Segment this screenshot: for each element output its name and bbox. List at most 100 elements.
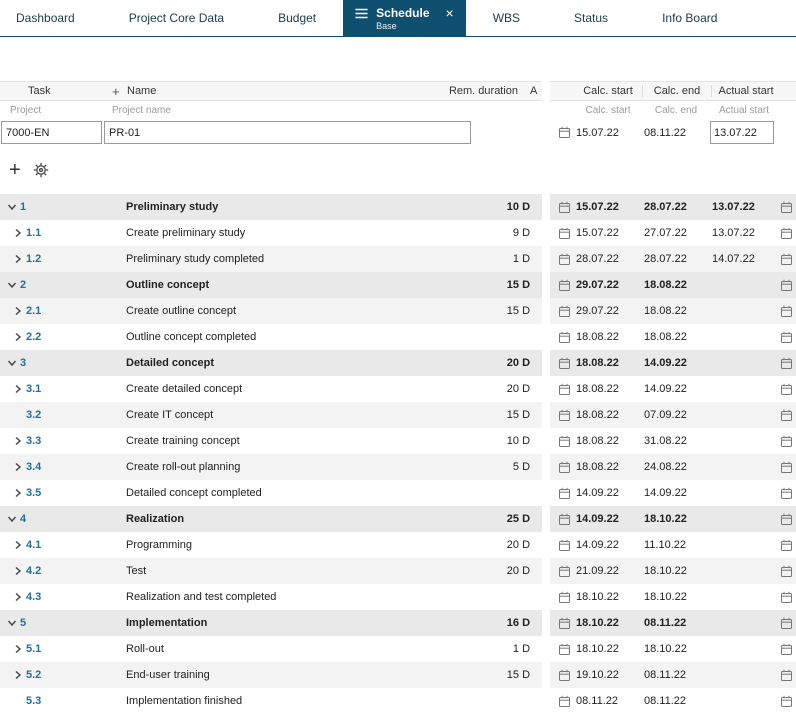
calendar-icon[interactable] bbox=[554, 279, 574, 292]
column-header-rem-duration[interactable]: Rem. duration bbox=[428, 85, 530, 97]
calendar-icon[interactable] bbox=[776, 435, 796, 448]
calendar-icon[interactable] bbox=[776, 695, 796, 708]
task-row[interactable]: 5 Implementation 16 D bbox=[0, 610, 543, 636]
tab-schedule[interactable]: Schedule × Base bbox=[343, 0, 466, 36]
calendar-icon[interactable] bbox=[554, 513, 574, 526]
add-task-button[interactable]: + bbox=[9, 160, 21, 180]
tab-budget[interactable]: Budget bbox=[251, 0, 343, 36]
project-id-input[interactable] bbox=[1, 121, 102, 144]
chevron-right-icon[interactable] bbox=[10, 592, 26, 602]
calendar-icon[interactable] bbox=[554, 461, 574, 474]
calendar-icon[interactable] bbox=[554, 253, 574, 266]
calendar-icon[interactable] bbox=[554, 617, 574, 630]
calendar-icon[interactable] bbox=[776, 305, 796, 318]
date-row[interactable]: 18.08.22 24.08.22 bbox=[550, 454, 796, 480]
date-row[interactable]: 15.07.22 28.07.22 13.07.22 bbox=[550, 194, 796, 220]
chevron-down-icon[interactable] bbox=[4, 280, 20, 290]
calendar-icon[interactable] bbox=[776, 409, 796, 422]
date-row[interactable]: 15.07.22 27.07.22 13.07.22 bbox=[550, 220, 796, 246]
chevron-right-icon[interactable] bbox=[10, 462, 26, 472]
calendar-icon[interactable] bbox=[776, 227, 796, 240]
calendar-icon[interactable] bbox=[554, 201, 574, 214]
calendar-icon[interactable] bbox=[554, 565, 574, 578]
task-row[interactable]: 1 Preliminary study 10 D bbox=[0, 194, 543, 220]
date-row[interactable]: 19.10.22 08.11.22 bbox=[550, 662, 796, 688]
column-header-a[interactable]: A bbox=[530, 85, 542, 97]
date-row[interactable]: 18.08.22 14.09.22 bbox=[550, 376, 796, 402]
chevron-right-icon[interactable] bbox=[10, 644, 26, 654]
task-row[interactable]: 4.1 Programming 20 D bbox=[0, 532, 543, 558]
date-row[interactable]: 21.09.22 18.10.22 bbox=[550, 558, 796, 584]
date-row[interactable]: 18.08.22 18.08.22 bbox=[550, 324, 796, 350]
calendar-icon[interactable] bbox=[554, 591, 574, 604]
chevron-right-icon[interactable] bbox=[10, 228, 26, 238]
chevron-right-icon[interactable] bbox=[10, 436, 26, 446]
close-tab-icon[interactable]: × bbox=[446, 6, 454, 20]
calendar-icon[interactable] bbox=[554, 409, 574, 422]
task-row[interactable]: 1.1 Create preliminary study 9 D bbox=[0, 220, 543, 246]
chevron-right-icon[interactable] bbox=[10, 332, 26, 342]
calendar-icon[interactable] bbox=[776, 331, 796, 344]
calendar-icon[interactable] bbox=[776, 201, 796, 214]
date-row[interactable]: 14.09.22 18.10.22 bbox=[550, 506, 796, 532]
date-row[interactable]: 18.10.22 08.11.22 bbox=[550, 610, 796, 636]
task-row[interactable]: 3.1 Create detailed concept 20 D bbox=[0, 376, 543, 402]
date-row[interactable]: 14.09.22 14.09.22 bbox=[550, 480, 796, 506]
task-row[interactable]: 2.1 Create outline concept 15 D bbox=[0, 298, 543, 324]
calendar-icon[interactable] bbox=[776, 617, 796, 630]
calendar-icon[interactable] bbox=[776, 487, 796, 500]
calendar-icon[interactable] bbox=[554, 487, 574, 500]
project-name-input[interactable] bbox=[104, 121, 471, 144]
calendar-icon[interactable] bbox=[776, 461, 796, 474]
task-row[interactable]: 5.1 Roll-out 1 D bbox=[0, 636, 543, 662]
date-row[interactable]: 28.07.22 28.07.22 14.07.22 bbox=[550, 246, 796, 272]
task-row[interactable]: 4 Realization 25 D bbox=[0, 506, 543, 532]
task-row[interactable]: 5.2 End-user training 15 D bbox=[0, 662, 543, 688]
date-row[interactable]: 18.10.22 18.10.22 bbox=[550, 584, 796, 610]
chevron-down-icon[interactable] bbox=[4, 202, 20, 212]
calendar-icon[interactable] bbox=[776, 643, 796, 656]
date-row[interactable]: 29.07.22 18.08.22 bbox=[550, 298, 796, 324]
chevron-right-icon[interactable] bbox=[10, 306, 26, 316]
calendar-icon[interactable] bbox=[554, 643, 574, 656]
date-row[interactable]: 14.09.22 11.10.22 bbox=[550, 532, 796, 558]
calendar-icon[interactable] bbox=[776, 357, 796, 370]
calendar-icon[interactable] bbox=[554, 305, 574, 318]
calendar-icon[interactable] bbox=[554, 383, 574, 396]
column-header-calc-end[interactable]: Calc. end bbox=[642, 85, 711, 97]
task-row[interactable]: 4.3 Realization and test completed bbox=[0, 584, 543, 610]
chevron-right-icon[interactable] bbox=[10, 540, 26, 550]
tab-info-board[interactable]: Info Board bbox=[635, 0, 744, 36]
date-row[interactable]: 18.08.22 14.09.22 bbox=[550, 350, 796, 376]
calendar-icon[interactable] bbox=[554, 435, 574, 448]
date-row[interactable]: 18.08.22 31.08.22 bbox=[550, 428, 796, 454]
task-row[interactable]: 3.3 Create training concept 10 D bbox=[0, 428, 543, 454]
calendar-icon[interactable] bbox=[554, 669, 574, 682]
task-row[interactable]: 4.2 Test 20 D bbox=[0, 558, 543, 584]
tab-status[interactable]: Status bbox=[547, 0, 635, 36]
menu-icon[interactable] bbox=[355, 8, 368, 19]
task-row[interactable]: 2.2 Outline concept completed bbox=[0, 324, 543, 350]
calendar-icon[interactable] bbox=[776, 383, 796, 396]
add-column-icon[interactable]: + bbox=[112, 84, 127, 99]
calendar-icon[interactable] bbox=[554, 695, 574, 708]
date-row[interactable]: 08.11.22 08.11.22 bbox=[550, 688, 796, 714]
project-actual-start-input[interactable]: 13.07.22 bbox=[710, 121, 774, 144]
calendar-icon[interactable] bbox=[554, 539, 574, 552]
chevron-right-icon[interactable] bbox=[10, 254, 26, 264]
date-row[interactable]: 18.08.22 07.09.22 bbox=[550, 402, 796, 428]
calendar-icon[interactable] bbox=[776, 565, 796, 578]
task-row[interactable]: 3.4 Create roll-out planning 5 D bbox=[0, 454, 543, 480]
chevron-right-icon[interactable] bbox=[10, 670, 26, 680]
chevron-right-icon[interactable] bbox=[10, 488, 26, 498]
column-header-calc-start[interactable]: Calc. start bbox=[574, 85, 642, 97]
date-row[interactable]: 18.10.22 18.10.22 bbox=[550, 636, 796, 662]
chevron-down-icon[interactable] bbox=[4, 514, 20, 524]
calendar-icon[interactable] bbox=[776, 591, 796, 604]
task-row[interactable]: 2 Outline concept 15 D bbox=[0, 272, 543, 298]
chevron-down-icon[interactable] bbox=[4, 618, 20, 628]
chevron-right-icon[interactable] bbox=[10, 566, 26, 576]
calendar-icon[interactable] bbox=[554, 227, 574, 240]
column-header-task[interactable]: Task bbox=[0, 85, 112, 97]
task-row[interactable]: 3.5 Detailed concept completed bbox=[0, 480, 543, 506]
